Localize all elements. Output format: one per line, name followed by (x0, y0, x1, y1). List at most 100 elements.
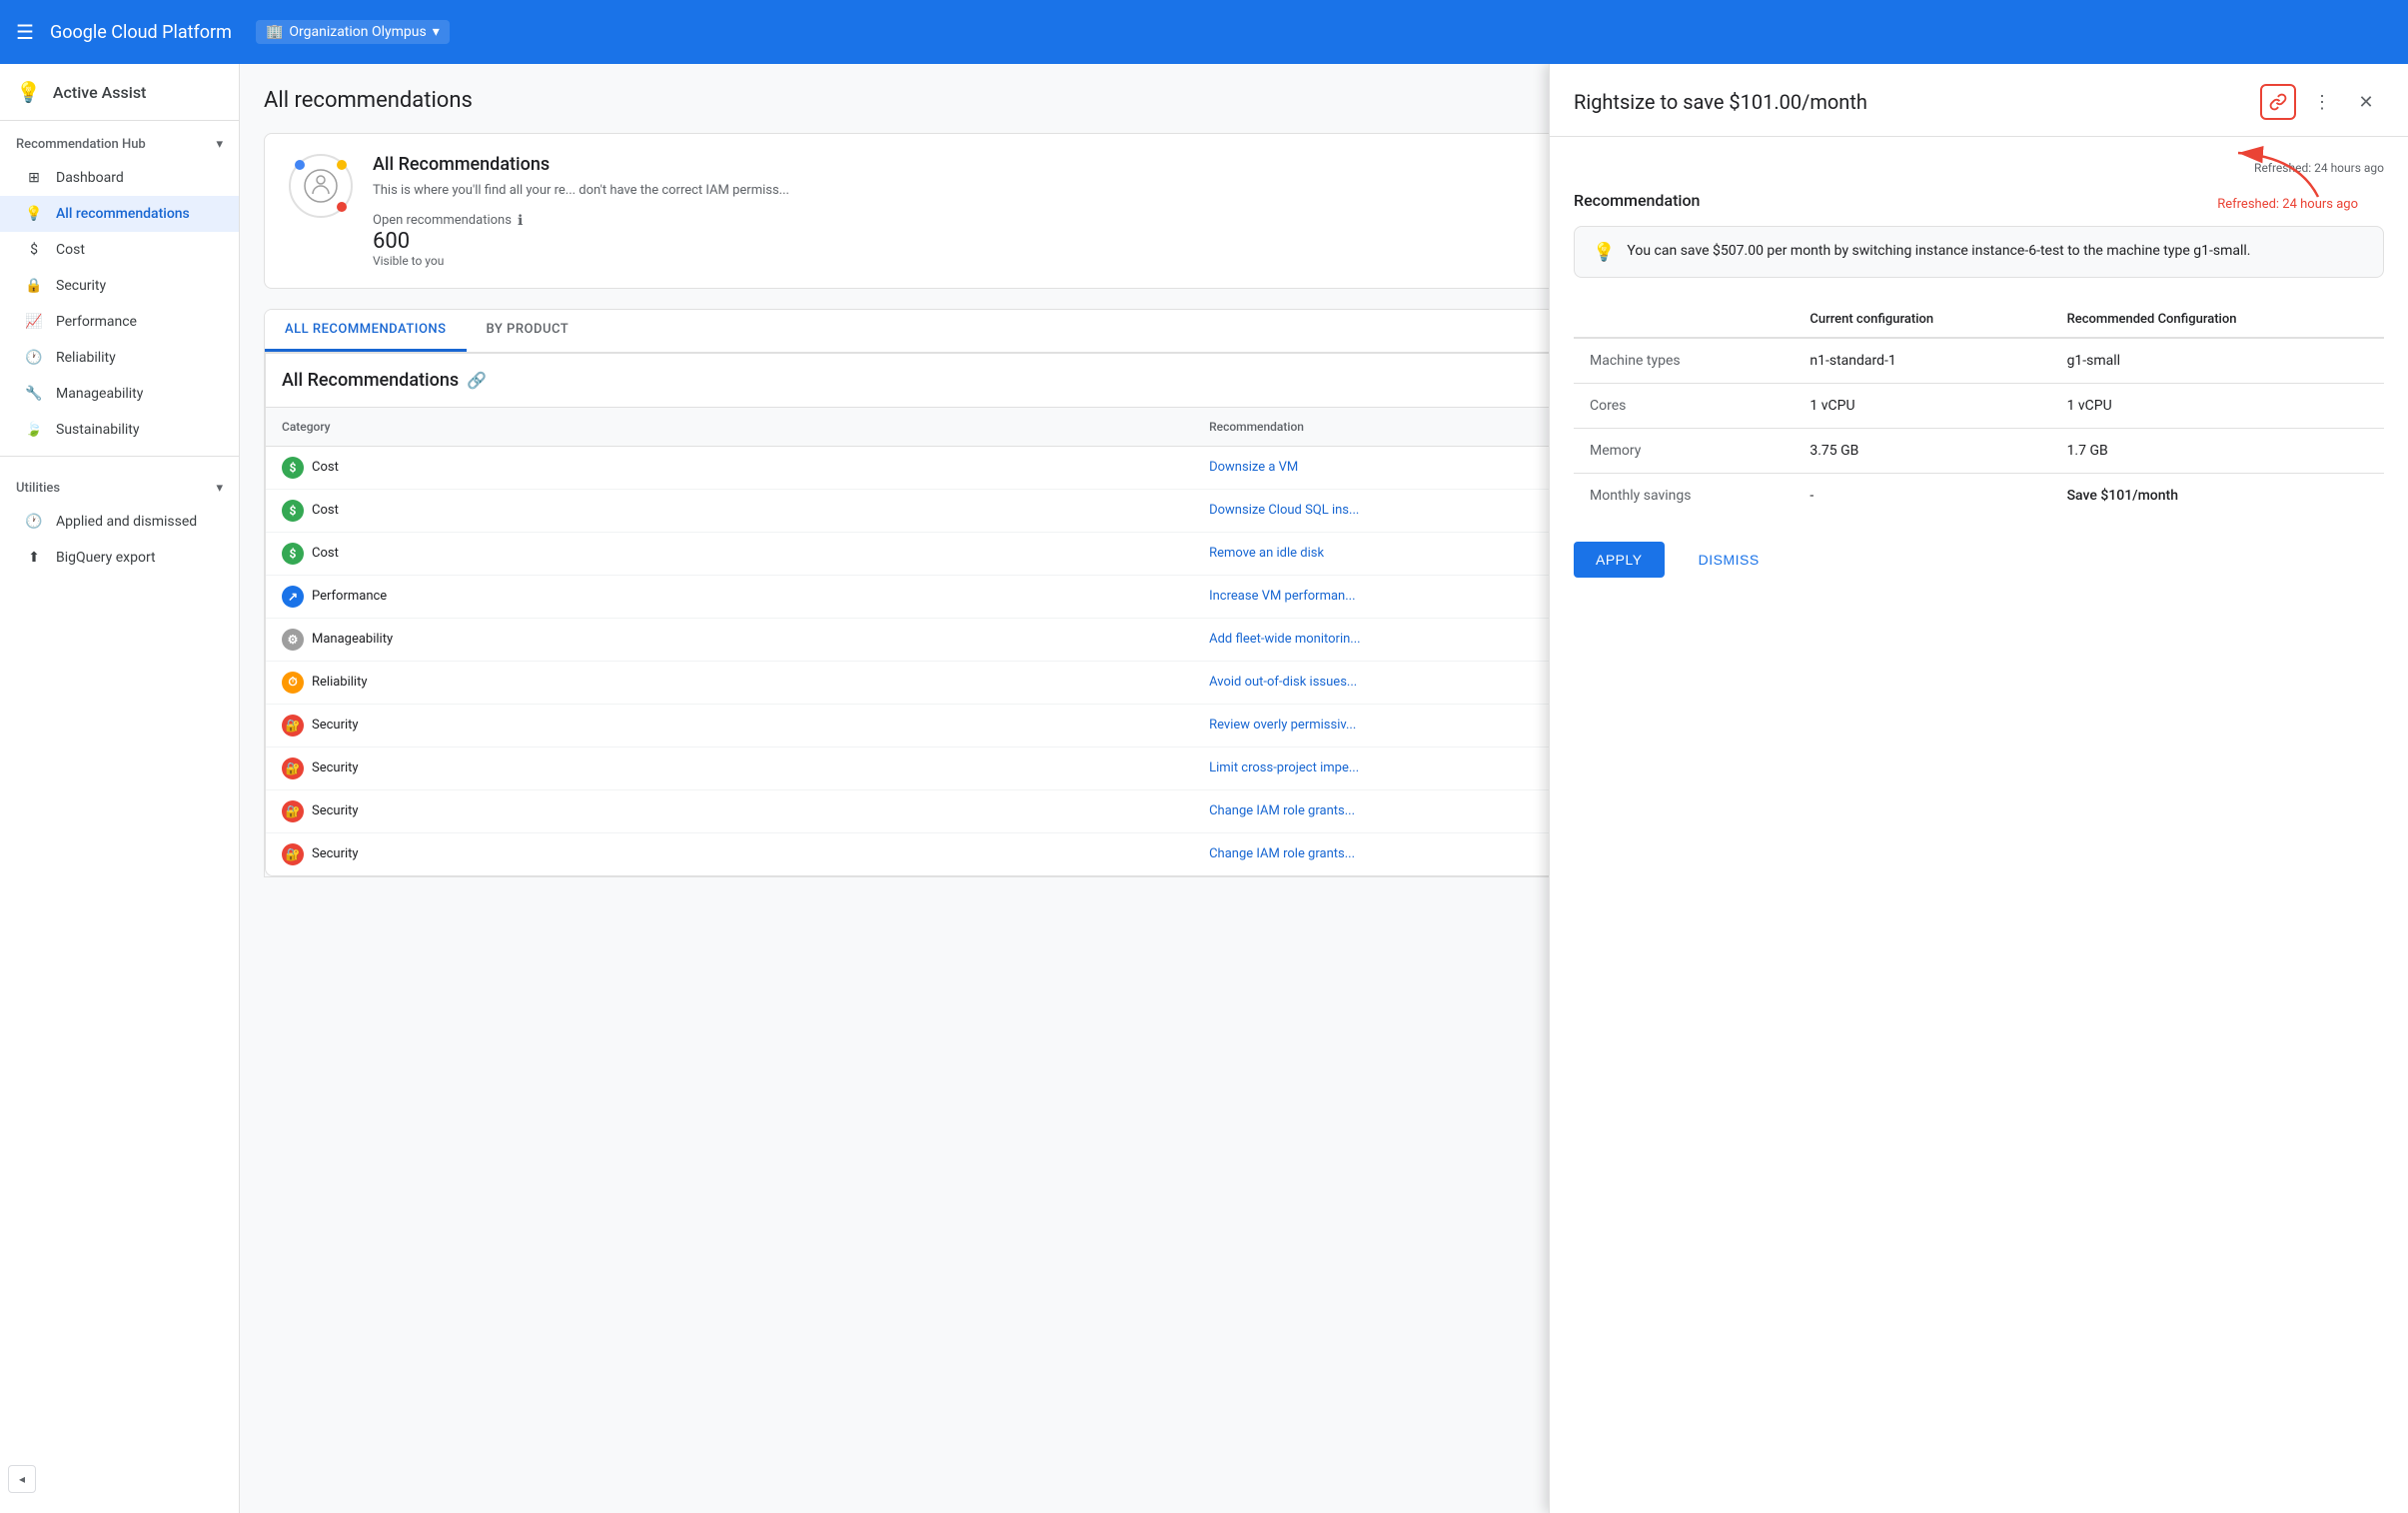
sidebar-item-label: Sustainability (56, 422, 139, 438)
dashboard-icon: ⊞ (24, 170, 44, 186)
detail-close-button[interactable]: ✕ (2348, 84, 2384, 120)
org-selector[interactable]: 🏢 Organization Olympus ▾ (256, 20, 450, 44)
recommendation-link[interactable]: Downsize Cloud SQL ins... (1209, 503, 1359, 518)
utilities-header[interactable]: Utilities ▾ (0, 465, 239, 504)
category-icon: ⏱ (282, 672, 304, 694)
hamburger-menu[interactable]: ☰ (16, 20, 34, 44)
detail-actions: ⋮ ✕ (2260, 84, 2384, 120)
sidebar-item-label: Security (56, 278, 106, 294)
sidebar-item-label: Applied and dismissed (56, 514, 197, 530)
security-icon: 🔒 (24, 278, 44, 294)
recommendation-link[interactable]: Increase VM performan... (1209, 589, 1355, 604)
category-icon: 🔐 (282, 757, 304, 779)
category-icon: $ (282, 543, 304, 565)
action-buttons: APPLY DISMISS (1574, 542, 2384, 578)
config-row-current: 3.75 GB (1794, 429, 2050, 474)
overview-title: All Recommendations (373, 154, 789, 175)
recommendation-link[interactable]: Add fleet-wide monitorin... (1209, 632, 1361, 647)
sidebar-item-applied-dismissed[interactable]: 🕐 Applied and dismissed (0, 504, 239, 540)
category-label: Cost (312, 546, 339, 561)
sidebar-item-label: Dashboard (56, 170, 124, 186)
recommendation-hub-header[interactable]: Recommendation Hub ▾ (0, 121, 239, 160)
applied-dismissed-icon: 🕐 (24, 514, 44, 530)
apply-button[interactable]: APPLY (1574, 542, 1665, 578)
visible-label: Visible to you (373, 254, 789, 268)
sidebar-item-label: Performance (56, 314, 137, 330)
config-col-recommended: Recommended Configuration (2051, 302, 2384, 338)
sidebar-item-label: Cost (56, 242, 85, 258)
open-recs-label: Open recommendations (373, 213, 512, 228)
org-icon: 🏢 (266, 24, 283, 40)
table-link-icon[interactable]: 🔗 (467, 371, 487, 390)
info-icon[interactable]: ℹ (518, 213, 523, 229)
config-row-recommended: Save $101/month (2051, 474, 2384, 519)
recommendation-link[interactable]: Review overly permissiv... (1209, 718, 1356, 733)
collapse-sidebar-button[interactable]: ◂ (8, 1465, 36, 1493)
sidebar-item-manageability[interactable]: 🔧 Manageability (0, 376, 239, 412)
reliability-icon: 🕐 (24, 350, 44, 366)
recommendation-link[interactable]: Limit cross-project impe... (1209, 760, 1359, 775)
overview-icon (289, 154, 353, 218)
config-row: Machine types n1-standard-1 g1-small (1574, 338, 2384, 384)
sustainability-icon: 🍃 (24, 422, 44, 438)
dismiss-button[interactable]: DISMISS (1677, 542, 1782, 578)
config-row-recommended: 1 vCPU (2051, 384, 2384, 429)
cost-icon: $ (24, 242, 44, 258)
utilities-chevron: ▾ (216, 481, 223, 496)
category-label: Security (312, 803, 359, 818)
sidebar-item-cost[interactable]: $ Cost (0, 232, 239, 268)
sidebar-item-dashboard[interactable]: ⊞ Dashboard (0, 160, 239, 196)
recommendation-link[interactable]: Remove an idle disk (1209, 546, 1324, 561)
config-row: Memory 3.75 GB 1.7 GB (1574, 429, 2384, 474)
sidebar-item-reliability[interactable]: 🕐 Reliability (0, 340, 239, 376)
category-icon: $ (282, 457, 304, 479)
table-section-title: All Recommendations (282, 370, 459, 391)
detail-more-button[interactable]: ⋮ (2304, 84, 2340, 120)
recommendation-link[interactable]: Change IAM role grants... (1209, 846, 1355, 861)
category-badge: ↗ Performance (282, 586, 1177, 608)
config-col-current: Current configuration (1794, 302, 2050, 338)
sidebar: 💡 Active Assist Recommendation Hub ▾ ⊞ D… (0, 64, 240, 1513)
sidebar-item-security[interactable]: 🔒 Security (0, 268, 239, 304)
sidebar-item-bigquery-export[interactable]: ⬆ BigQuery export (0, 540, 239, 576)
config-row-current: 1 vCPU (1794, 384, 2050, 429)
config-row-label: Machine types (1574, 338, 1794, 384)
performance-icon: 📈 (24, 314, 44, 330)
detail-link-button[interactable] (2260, 84, 2296, 120)
category-label: Cost (312, 503, 339, 518)
config-row-recommended: g1-small (2051, 338, 2384, 384)
bulb-icon: 💡 (1593, 242, 1615, 263)
col-category: Category (266, 408, 1193, 447)
active-assist-label: Active Assist (53, 83, 146, 102)
detail-panel: Rightsize to save $101.00/month ⋮ ✕ (1549, 64, 2408, 1513)
category-badge: $ Cost (282, 500, 1177, 522)
config-row: Monthly savings - Save $101/month (1574, 474, 2384, 519)
category-badge: ⚙ Manageability (282, 629, 1177, 651)
open-recs: Open recommendations ℹ 600 Visible to yo… (373, 213, 789, 268)
recommendation-link[interactable]: Avoid out-of-disk issues... (1209, 675, 1357, 690)
config-row-recommended: 1.7 GB (2051, 429, 2384, 474)
sidebar-item-label: Manageability (56, 386, 143, 402)
recommendation-link[interactable]: Change IAM role grants... (1209, 803, 1355, 818)
category-label: Manageability (312, 632, 393, 647)
config-row-label: Monthly savings (1574, 474, 1794, 519)
category-label: Performance (312, 589, 387, 604)
tab-by-product[interactable]: BY PRODUCT (467, 310, 590, 352)
tab-all-recommendations[interactable]: ALL RECOMMENDATIONS (265, 310, 467, 352)
sidebar-item-all-recommendations[interactable]: 💡 All recommendations (0, 196, 239, 232)
sidebar-item-label: Reliability (56, 350, 116, 366)
detail-title: Rightsize to save $101.00/month (1574, 90, 1867, 114)
sidebar-divider (0, 456, 239, 457)
recommendation-hub-chevron: ▾ (216, 137, 223, 152)
category-label: Cost (312, 460, 339, 475)
sidebar-item-sustainability[interactable]: 🍃 Sustainability (0, 412, 239, 448)
category-badge: 🔐 Security (282, 715, 1177, 737)
sidebar-item-label: All recommendations (56, 206, 190, 222)
active-assist-header: 💡 Active Assist (0, 64, 239, 121)
all-recommendations-icon: 💡 (24, 206, 44, 222)
category-label: Security (312, 718, 359, 733)
sidebar-item-performance[interactable]: 📈 Performance (0, 304, 239, 340)
recommendation-link[interactable]: Downsize a VM (1209, 460, 1298, 475)
overview-description: This is where you'll find all your re...… (373, 181, 789, 201)
info-banner: 💡 You can save $507.00 per month by swit… (1574, 226, 2384, 278)
